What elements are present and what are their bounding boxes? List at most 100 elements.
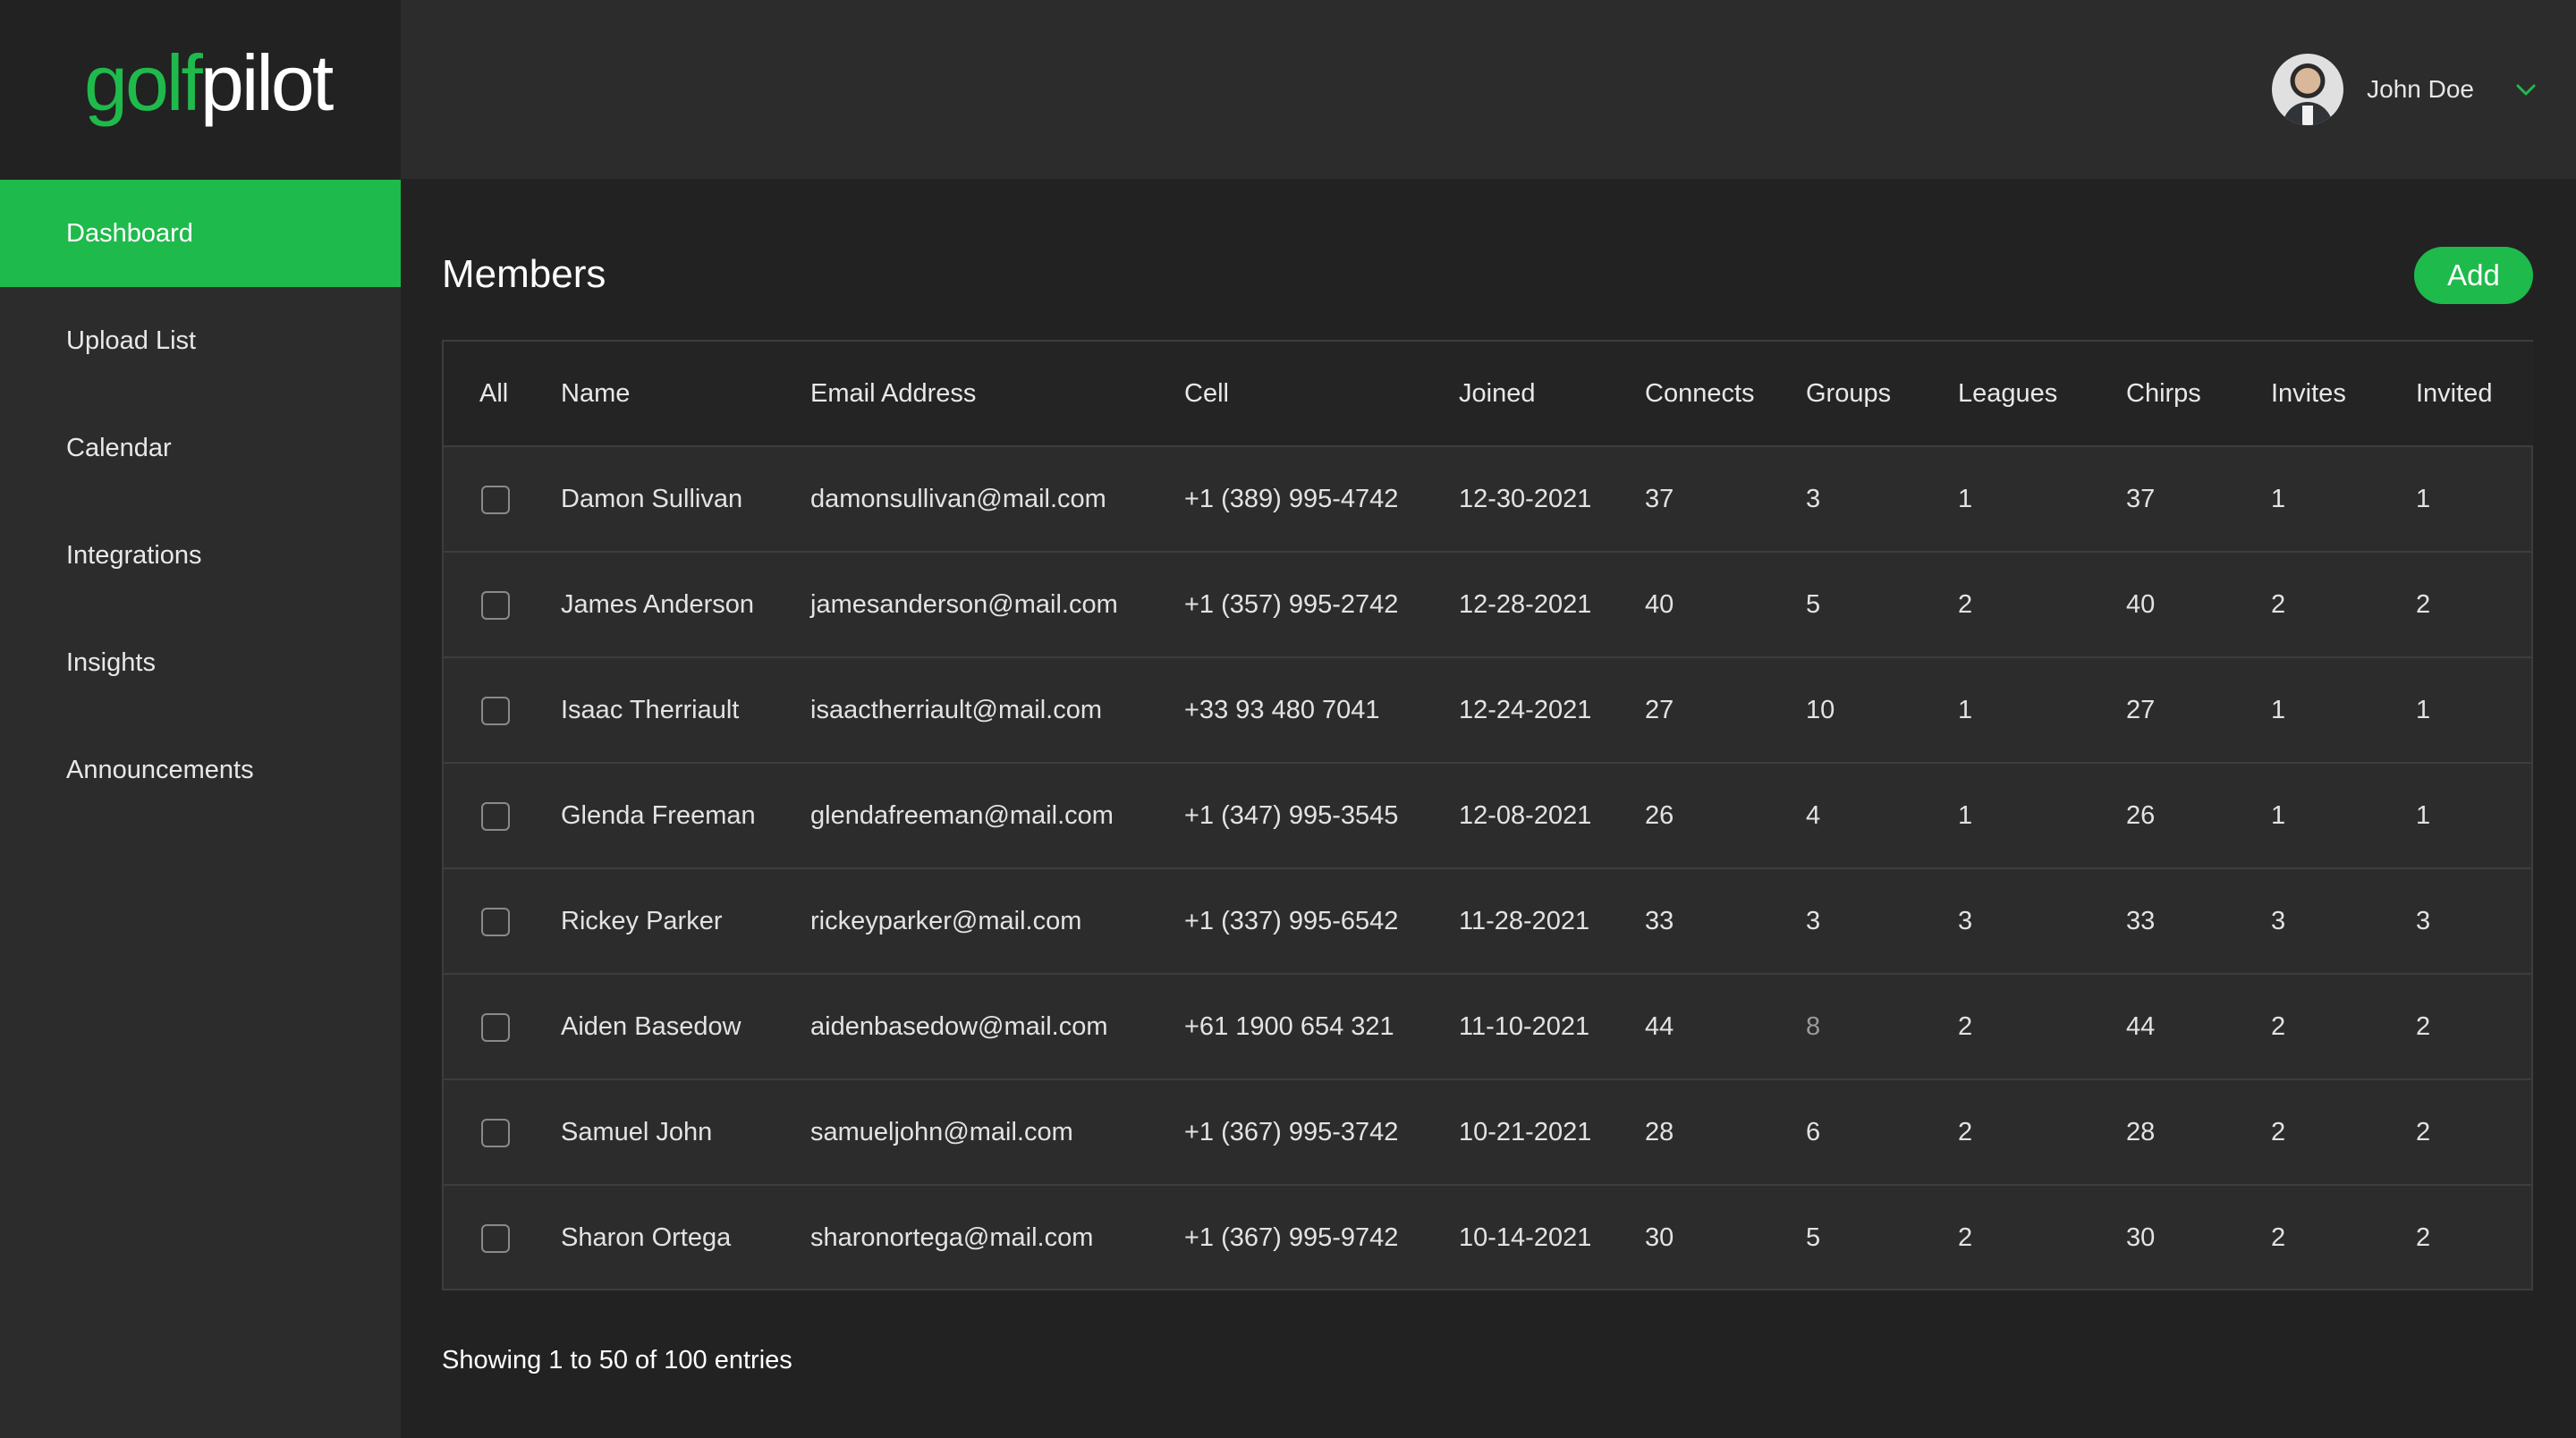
cell-groups: 3: [1806, 484, 1821, 513]
cell-groups: 4: [1806, 762, 1958, 868]
table-row[interactable]: Glenda Freeman glendafreeman@mail.com +1…: [444, 762, 2533, 868]
sidebar-item-calendar[interactable]: Calendar: [0, 394, 401, 502]
sidebar-item-label: Upload List: [66, 326, 197, 355]
col-header-invites[interactable]: Invites: [2271, 342, 2416, 447]
cell-joined: 10-21-2021: [1459, 1078, 1645, 1185]
cell-phone: +1 (389) 995-4742: [1184, 484, 1399, 513]
table-row[interactable]: Rickey Parker rickeyparker@mail.com +1 (…: [444, 867, 2533, 974]
cell-chirps: 27: [2126, 656, 2271, 763]
row-select-cell: [444, 551, 561, 657]
row-select-cell: [444, 973, 561, 1079]
cell-email: damonsullivan@mail.com: [810, 484, 1106, 513]
sidebar-nav: Dashboard Upload List Calendar Integrati…: [0, 180, 401, 824]
cell-leagues: 2: [1958, 1078, 2126, 1185]
cell-name: Aiden Basedow: [561, 973, 810, 1079]
sidebar-item-label: Calendar: [66, 433, 172, 462]
cell-phone: +1 (367) 995-3742: [1184, 1078, 1459, 1185]
cell-leagues: 1: [1958, 656, 2126, 763]
user-menu[interactable]: John Doe: [2272, 54, 2538, 125]
cell-name: Isaac Therriault: [561, 656, 810, 763]
table-row[interactable]: Sharon Ortega sharonortega@mail.com +1 (…: [444, 1184, 2533, 1290]
row-checkbox[interactable]: [481, 590, 510, 620]
cell-invites: 2: [2271, 1078, 2416, 1185]
cell-invited: 1: [2416, 484, 2431, 513]
table-row[interactable]: Aiden Basedow aidenbasedow@mail.com +61 …: [444, 973, 2533, 1079]
cell-joined: 11-10-2021: [1459, 973, 1645, 1079]
cell-phone: +33 93 480 7041: [1184, 656, 1459, 763]
members-table-container: All Name Email Address Cell Joined Conne…: [442, 340, 2533, 1290]
col-header-leagues[interactable]: Leagues: [1958, 342, 2126, 447]
cell-chirps: 26: [2126, 762, 2271, 868]
table-row[interactable]: Isaac Therriault isaactherriault@mail.co…: [444, 656, 2533, 763]
sidebar-item-announcements[interactable]: Announcements: [0, 716, 401, 824]
cell-invites: 1: [2271, 762, 2416, 868]
cell-chirps: 40: [2126, 551, 2271, 657]
col-header-connects[interactable]: Connects: [1645, 342, 1806, 447]
col-header-email[interactable]: Email Address: [810, 342, 1184, 447]
table-row[interactable]: Samuel John samueljohn@mail.com +1 (367)…: [444, 1078, 2533, 1185]
cell-name: Sharon Ortega: [561, 1184, 810, 1290]
row-checkbox[interactable]: [481, 696, 510, 725]
row-checkbox[interactable]: [481, 1224, 510, 1254]
sidebar-item-label: Integrations: [66, 540, 202, 570]
sidebar-item-insights[interactable]: Insights: [0, 609, 401, 716]
sidebar-item-dashboard[interactable]: Dashboard: [0, 180, 401, 287]
cell-email: aidenbasedow@mail.com: [810, 973, 1184, 1079]
col-header-invited[interactable]: Invited: [2416, 342, 2533, 447]
cell-groups: 3: [1806, 867, 1958, 974]
cell-phone: +61 1900 654 321: [1184, 973, 1459, 1079]
add-member-button[interactable]: Add: [2414, 247, 2533, 304]
cell-joined: 11-28-2021: [1459, 867, 1645, 974]
table-row[interactable]: James Anderson jamesanderson@mail.com +1…: [444, 551, 2533, 657]
chevron-down-icon[interactable]: [2513, 77, 2538, 102]
cell-invites: 2: [2271, 973, 2416, 1079]
sidebar-item-integrations[interactable]: Integrations: [0, 502, 401, 609]
cell-connects: 33: [1645, 867, 1806, 974]
cell-email: isaactherriault@mail.com: [810, 656, 1184, 763]
cell-name: Rickey Parker: [561, 867, 810, 974]
col-header-groups[interactable]: Groups: [1806, 342, 1958, 447]
cell-invites: 1: [2271, 656, 2416, 763]
cell-phone: +1 (337) 995-6542: [1184, 867, 1459, 974]
cell-groups: 5: [1806, 1184, 1958, 1290]
row-checkbox[interactable]: [481, 485, 510, 514]
col-header-joined[interactable]: Joined: [1459, 342, 1645, 447]
user-avatar[interactable]: [2272, 54, 2344, 125]
row-select-cell: [444, 1078, 561, 1185]
table-row[interactable]: Damon Sullivan damonsullivan@mail.com +1…: [444, 446, 2533, 552]
golfpilot-logo[interactable]: golfpilot: [84, 43, 334, 123]
cell-invited: 2: [2416, 1184, 2533, 1290]
logo-area: golfpilot: [0, 0, 401, 180]
cell-chirps: 30: [2126, 1184, 2271, 1290]
cell-name: Glenda Freeman: [561, 762, 810, 868]
cell-invited: 3: [2416, 867, 2533, 974]
col-header-chirps[interactable]: Chirps: [2126, 342, 2271, 447]
cell-name: Damon Sullivan: [561, 484, 743, 513]
row-checkbox[interactable]: [481, 907, 510, 936]
col-header-name[interactable]: Name: [561, 342, 810, 447]
row-select-cell: [444, 656, 561, 763]
members-table: All Name Email Address Cell Joined Conne…: [444, 342, 2533, 1290]
cell-leagues: 1: [1958, 762, 2126, 868]
cell-name: Samuel John: [561, 1078, 810, 1185]
row-checkbox[interactable]: [481, 1118, 510, 1147]
cell-name: James Anderson: [561, 551, 810, 657]
row-checkbox[interactable]: [481, 1012, 510, 1042]
cell-connects: 44: [1645, 973, 1806, 1079]
col-header-all[interactable]: All: [444, 342, 561, 447]
cell-invited: 2: [2416, 973, 2533, 1079]
cell-invited: 1: [2416, 656, 2533, 763]
col-header-cell[interactable]: Cell: [1184, 342, 1459, 447]
cell-groups: 8: [1806, 973, 1958, 1079]
cell-groups: 5: [1806, 551, 1958, 657]
sidebar-item-label: Announcements: [66, 755, 254, 784]
row-checkbox[interactable]: [481, 801, 510, 831]
cell-invites: 3: [2271, 867, 2416, 974]
cell-invites: 2: [2271, 1184, 2416, 1290]
sidebar-item-upload-list[interactable]: Upload List: [0, 287, 401, 394]
cell-invited: 2: [2416, 551, 2533, 657]
cell-email: sharonortega@mail.com: [810, 1184, 1184, 1290]
app-root: golfpilot Dashboard Upload List Calendar…: [0, 0, 2576, 1438]
cell-leagues: 2: [1958, 551, 2126, 657]
cell-invites: 1: [2271, 484, 2286, 513]
